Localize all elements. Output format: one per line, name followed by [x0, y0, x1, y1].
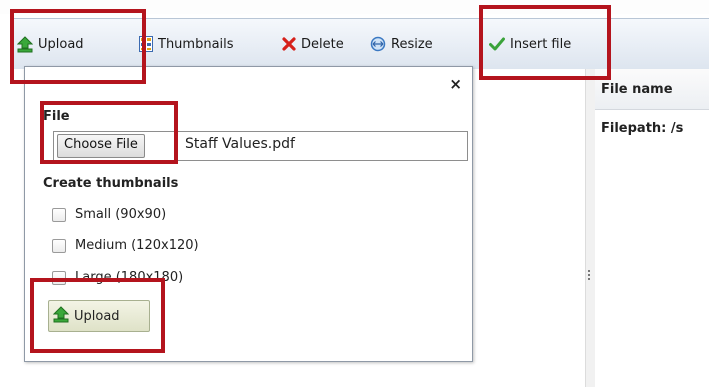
thumbnails-tool-label: Thumbnails [158, 36, 234, 52]
large-checkbox[interactable] [52, 270, 66, 285]
large-option-label: Large (180x180) [75, 270, 184, 285]
thumbnails-grid-icon [139, 36, 153, 52]
upload-submit-button[interactable]: Upload [48, 300, 150, 332]
medium-checkbox[interactable] [52, 238, 66, 253]
resize-tool-label: Resize [391, 36, 433, 52]
delete-tool-label: Delete [301, 36, 344, 52]
insert-file-tool-label: Insert file [510, 36, 572, 52]
thumbnail-option-small[interactable]: Small (90x90) [52, 207, 166, 222]
toolbar: Upload Thumbnails Delete Resize Insert f… [10, 18, 709, 70]
filepath-text: Filepath: /s [601, 121, 684, 136]
splitter-grip[interactable] [588, 268, 591, 282]
medium-option-label: Medium (120x120) [75, 238, 199, 253]
delete-tool-button[interactable]: Delete [282, 33, 344, 55]
upload-tool-label: Upload [38, 36, 84, 52]
small-option-label: Small (90x90) [75, 207, 167, 222]
upload-tool-button[interactable]: Upload [17, 33, 84, 55]
create-thumbnails-label: Create thumbnails [43, 176, 179, 191]
insert-file-tool-button[interactable]: Insert file [489, 33, 571, 55]
close-icon[interactable]: × [449, 75, 462, 93]
small-checkbox[interactable] [52, 207, 66, 222]
upload-panel: × File Choose File Staff Values.pdf Crea… [24, 66, 473, 362]
thumbnail-option-medium[interactable]: Medium (120x120) [52, 238, 199, 253]
file-list-pane: File name Filepath: /s [595, 69, 709, 387]
file-name-column-header[interactable]: File name [595, 69, 709, 110]
upload-submit-label: Upload [74, 308, 120, 324]
selected-file-name: Staff Values.pdf [185, 136, 295, 152]
checkmark-icon [489, 37, 505, 51]
thumbnails-tool-button[interactable]: Thumbnails [139, 33, 234, 55]
resize-icon [370, 36, 386, 52]
file-label: File [43, 109, 70, 124]
resize-tool-button[interactable]: Resize [370, 33, 433, 55]
delete-x-icon [282, 37, 296, 51]
upload-arrow-icon [52, 305, 70, 327]
thumbnail-option-large[interactable]: Large (180x180) [52, 270, 183, 285]
upload-arrow-icon [17, 35, 33, 53]
window-top-strip [0, 0, 709, 14]
toolbar-divider [609, 29, 610, 59]
file-input[interactable]: Choose File Staff Values.pdf [53, 131, 468, 161]
choose-file-button[interactable]: Choose File [57, 134, 145, 158]
file-name-header-label: File name [601, 82, 673, 97]
